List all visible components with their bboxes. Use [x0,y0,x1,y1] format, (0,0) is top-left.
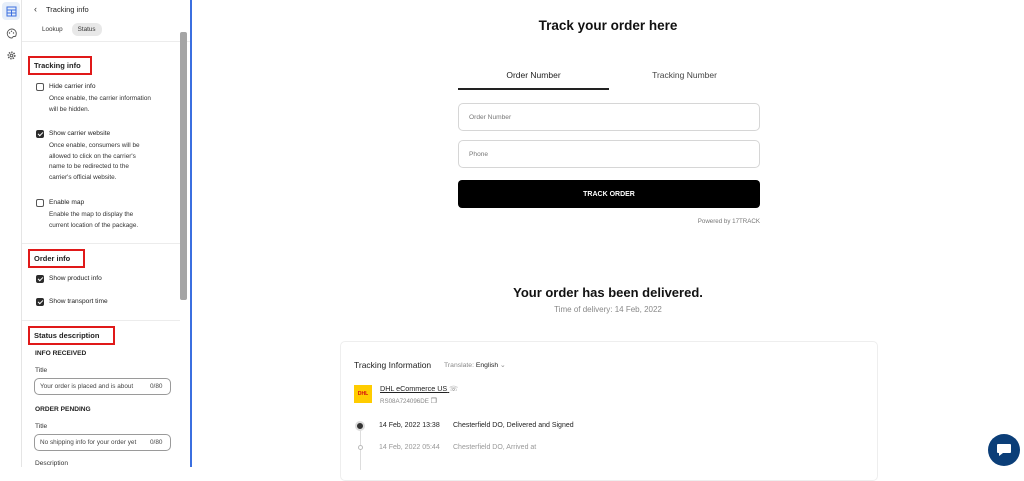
desc-line: will be hidden. [49,105,90,113]
desc-line: current location of the package. [49,221,139,229]
checkbox-show-product-info[interactable] [36,275,44,283]
desc-line: allowed to click on the carrier's [49,152,136,160]
char-count: 0/80 [150,383,163,390]
phone-icon: ☏ [449,386,458,393]
timeline-line [360,430,361,470]
option-label-show-carrier-website: Show carrier website [49,130,111,137]
tab-status[interactable]: Status [71,23,102,36]
translate-label: Translate: [444,362,474,369]
option-label-enable-map: Enable map [49,199,85,206]
carrier-name: DHL eCommerce US [380,384,448,393]
section-divider [22,320,180,321]
event-description: Chesterfield DO, Delivered and Signed [453,422,574,429]
checkbox-hide-carrier-info[interactable] [36,83,44,91]
panel-scrollbar[interactable] [180,32,187,300]
option-desc-enable-map: Enable the map to display the current lo… [49,210,174,231]
phone-input[interactable]: Phone [458,140,760,168]
option-desc-show-carrier-website: Once enable, consumers will be allowed t… [49,141,174,184]
status-heading-info-received: INFO RECEIVED [35,350,87,357]
option-label-hide-carrier-info: Hide carrier info [49,83,96,90]
section-title-status-description: Status description [28,326,115,345]
event-time: 14 Feb, 2022 05:44 [379,444,440,451]
option-label-show-transport-time: Show transport time [49,298,108,305]
order-number-input[interactable]: Order Number [458,103,760,131]
track-order-button[interactable]: TRACK ORDER [458,180,760,208]
tracking-number-text: RS08A724096DE [380,398,429,405]
timeline-dot-icon [358,445,363,450]
desc-line: Enable the map to display the [49,211,134,218]
tracking-number: RS08A724096DE ❐ [380,397,437,405]
info-received-title-input[interactable]: Your order is placed and is about 0/80 [34,378,171,395]
event-time: 14 Feb, 2022 13:38 [379,422,440,429]
checkbox-show-transport-time[interactable] [36,298,44,306]
chevron-down-icon: ⌄ [500,362,506,369]
order-pending-title-input[interactable]: No shipping info for your order yet 0/80 [34,434,171,451]
panel-title: Tracking info [46,4,89,14]
tracking-card-title: Tracking Information [354,360,432,370]
chat-icon[interactable] [988,434,1020,466]
desc-line: name to be redirected to the [49,163,129,171]
tab-lookup[interactable]: Lookup [36,23,69,36]
field-label-title: Title [35,423,48,430]
active-tab-indicator [458,88,609,90]
field-label-title: Title [35,367,48,374]
dhl-logo: DHL [354,385,372,403]
timeline-current-dot-icon [355,421,365,431]
field-label-description: Description [35,460,68,467]
desc-line: Once enable, consumers will be [49,142,140,149]
translate-value: English [475,362,499,369]
option-label-show-product-info: Show product info [49,275,102,282]
gear-icon[interactable] [2,46,20,64]
checkbox-show-carrier-website[interactable] [36,130,44,138]
delivery-status-title: Your order has been delivered. [513,285,703,300]
back-chevron-icon[interactable]: ‹ [34,4,37,14]
page-title: Track your order here [538,18,678,33]
palette-icon[interactable] [2,24,20,42]
panel-tabs: Lookup Status [22,18,190,42]
carrier-link[interactable]: DHL eCommerce US ☏ [380,384,458,393]
option-desc-hide-carrier-info: Once enable, the carrier information wil… [49,94,174,115]
checkbox-enable-map[interactable] [36,199,44,207]
input-value: No shipping info for your order yet [40,439,137,446]
status-heading-order-pending: ORDER PENDING [35,406,91,413]
delivery-time: Time of delivery: 14 Feb, 2022 [554,305,662,314]
desc-line: carrier's official website. [49,174,117,182]
section-title-tracking-info: Tracking info [28,56,92,75]
panel-header: ‹ Tracking info [22,0,190,18]
icon-rail [0,0,22,467]
translate-selector[interactable]: Translate: English ⌄ [444,361,506,369]
event-description: Chesterfield DO, Arrived at [453,444,537,451]
copy-icon[interactable]: ❐ [431,398,437,405]
input-value: Your order is placed and is about [40,383,134,390]
section-divider [22,243,180,244]
tab-order-number[interactable]: Order Number [458,70,609,80]
desc-line: Once enable, the carrier information [49,95,151,102]
powered-by-text: Powered by 17TRACK [697,218,760,225]
char-count: 0/80 [150,439,163,446]
layout-icon[interactable] [2,2,20,20]
section-title-order-info: Order info [28,249,85,268]
tracking-page-preview: Track your order here Order Number Track… [192,0,1024,481]
tab-tracking-number[interactable]: Tracking Number [609,70,760,80]
